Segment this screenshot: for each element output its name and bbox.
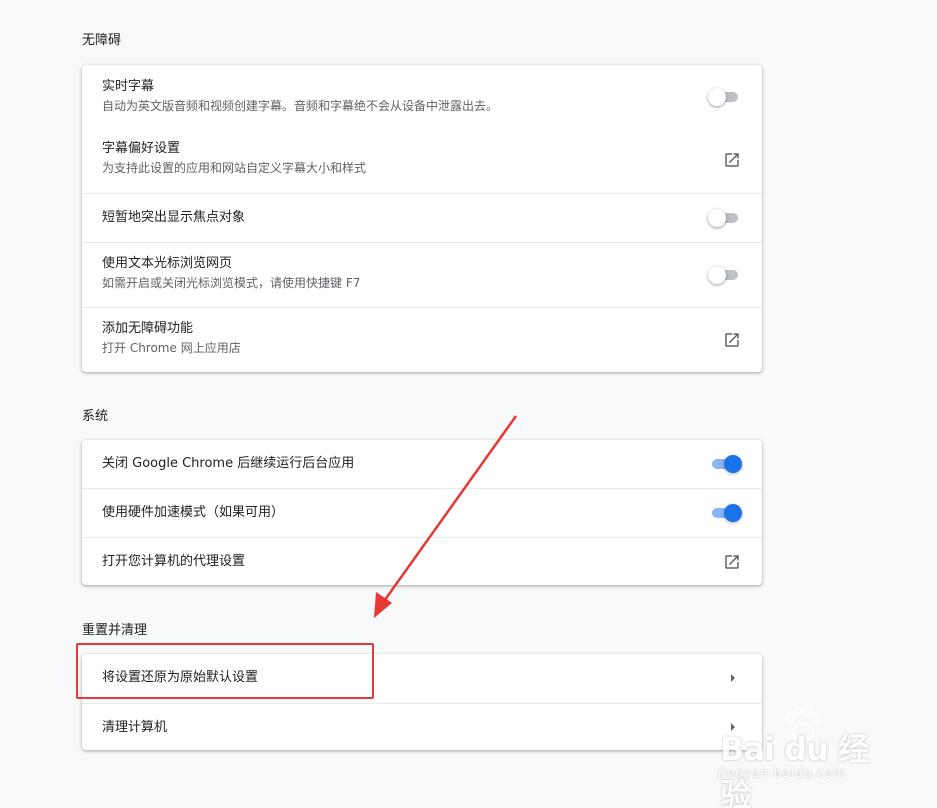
open-in-new-icon[interactable] (723, 553, 741, 571)
row-live-caption[interactable]: 实时字幕 自动为英文版音频和视频创建字幕。音频和字幕绝不会从设备中泄露出去。 (82, 65, 762, 129)
system-card: 关闭 Google Chrome 后继续运行后台应用 使用硬件加速模式（如果可用… (82, 440, 762, 585)
caret-browsing-description: 如需开启或关闭光标浏览模式，请使用快捷键 F7 (102, 276, 361, 290)
section-title-reset: 重置并清理 (82, 623, 148, 638)
watermark-url: jingyan.baidu.com (718, 766, 846, 780)
accessibility-card: 实时字幕 自动为英文版音频和视频创建字幕。音频和字幕绝不会从设备中泄露出去。 字… (82, 65, 762, 372)
live-caption-label: 实时字幕 (102, 79, 155, 94)
row-hardware-acceleration[interactable]: 使用硬件加速模式（如果可用） (82, 488, 762, 537)
caption-preferences-description: 为支持此设置的应用和网站自定义字幕大小和样式 (102, 161, 367, 175)
background-apps-label: 关闭 Google Chrome 后继续运行后台应用 (102, 456, 355, 471)
highlight-box (76, 643, 374, 699)
row-cleanup[interactable]: 清理计算机 (82, 703, 762, 750)
section-title-accessibility: 无障碍 (82, 33, 122, 48)
focus-highlight-toggle[interactable] (708, 209, 740, 227)
baidu-watermark: Bai du 经验 jingyan.baidu.com (716, 704, 896, 808)
caption-preferences-label: 字幕偏好设置 (102, 141, 181, 156)
row-focus-highlight[interactable]: 短暂地突出显示焦点对象 (82, 193, 762, 242)
live-caption-description: 自动为英文版音频和视频创建字幕。音频和字幕绝不会从设备中泄露出去。 (102, 99, 499, 113)
section-title-system: 系统 (82, 409, 109, 424)
hardware-acceleration-label: 使用硬件加速模式（如果可用） (102, 505, 285, 520)
caret-browsing-label: 使用文本光标浏览网页 (102, 256, 233, 271)
row-proxy-settings[interactable]: 打开您计算机的代理设置 (82, 537, 762, 585)
row-add-accessibility[interactable]: 添加无障碍功能 打开 Chrome 网上应用店 (82, 307, 762, 372)
open-in-new-icon[interactable] (723, 151, 741, 169)
open-in-new-icon[interactable] (723, 331, 741, 349)
live-caption-toggle[interactable] (708, 88, 740, 106)
settings-page: 无障碍 实时字幕 自动为英文版音频和视频创建字幕。音频和字幕绝不会从设备中泄露出… (0, 0, 937, 808)
add-accessibility-label: 添加无障碍功能 (102, 321, 194, 336)
hardware-acceleration-toggle[interactable] (710, 504, 742, 522)
cleanup-label: 清理计算机 (102, 720, 168, 735)
focus-highlight-label: 短暂地突出显示焦点对象 (102, 210, 246, 225)
proxy-settings-label: 打开您计算机的代理设置 (102, 554, 246, 569)
row-caret-browsing[interactable]: 使用文本光标浏览网页 如需开启或关闭光标浏览模式，请使用快捷键 F7 (82, 242, 762, 307)
caret-browsing-toggle[interactable] (708, 266, 740, 284)
arrow-right-icon[interactable] (728, 672, 738, 684)
add-accessibility-description: 打开 Chrome 网上应用店 (102, 341, 241, 355)
row-caption-preferences[interactable]: 字幕偏好设置 为支持此设置的应用和网站自定义字幕大小和样式 (82, 129, 762, 193)
background-apps-toggle[interactable] (710, 455, 742, 473)
row-background-apps[interactable]: 关闭 Google Chrome 后继续运行后台应用 (82, 440, 762, 488)
